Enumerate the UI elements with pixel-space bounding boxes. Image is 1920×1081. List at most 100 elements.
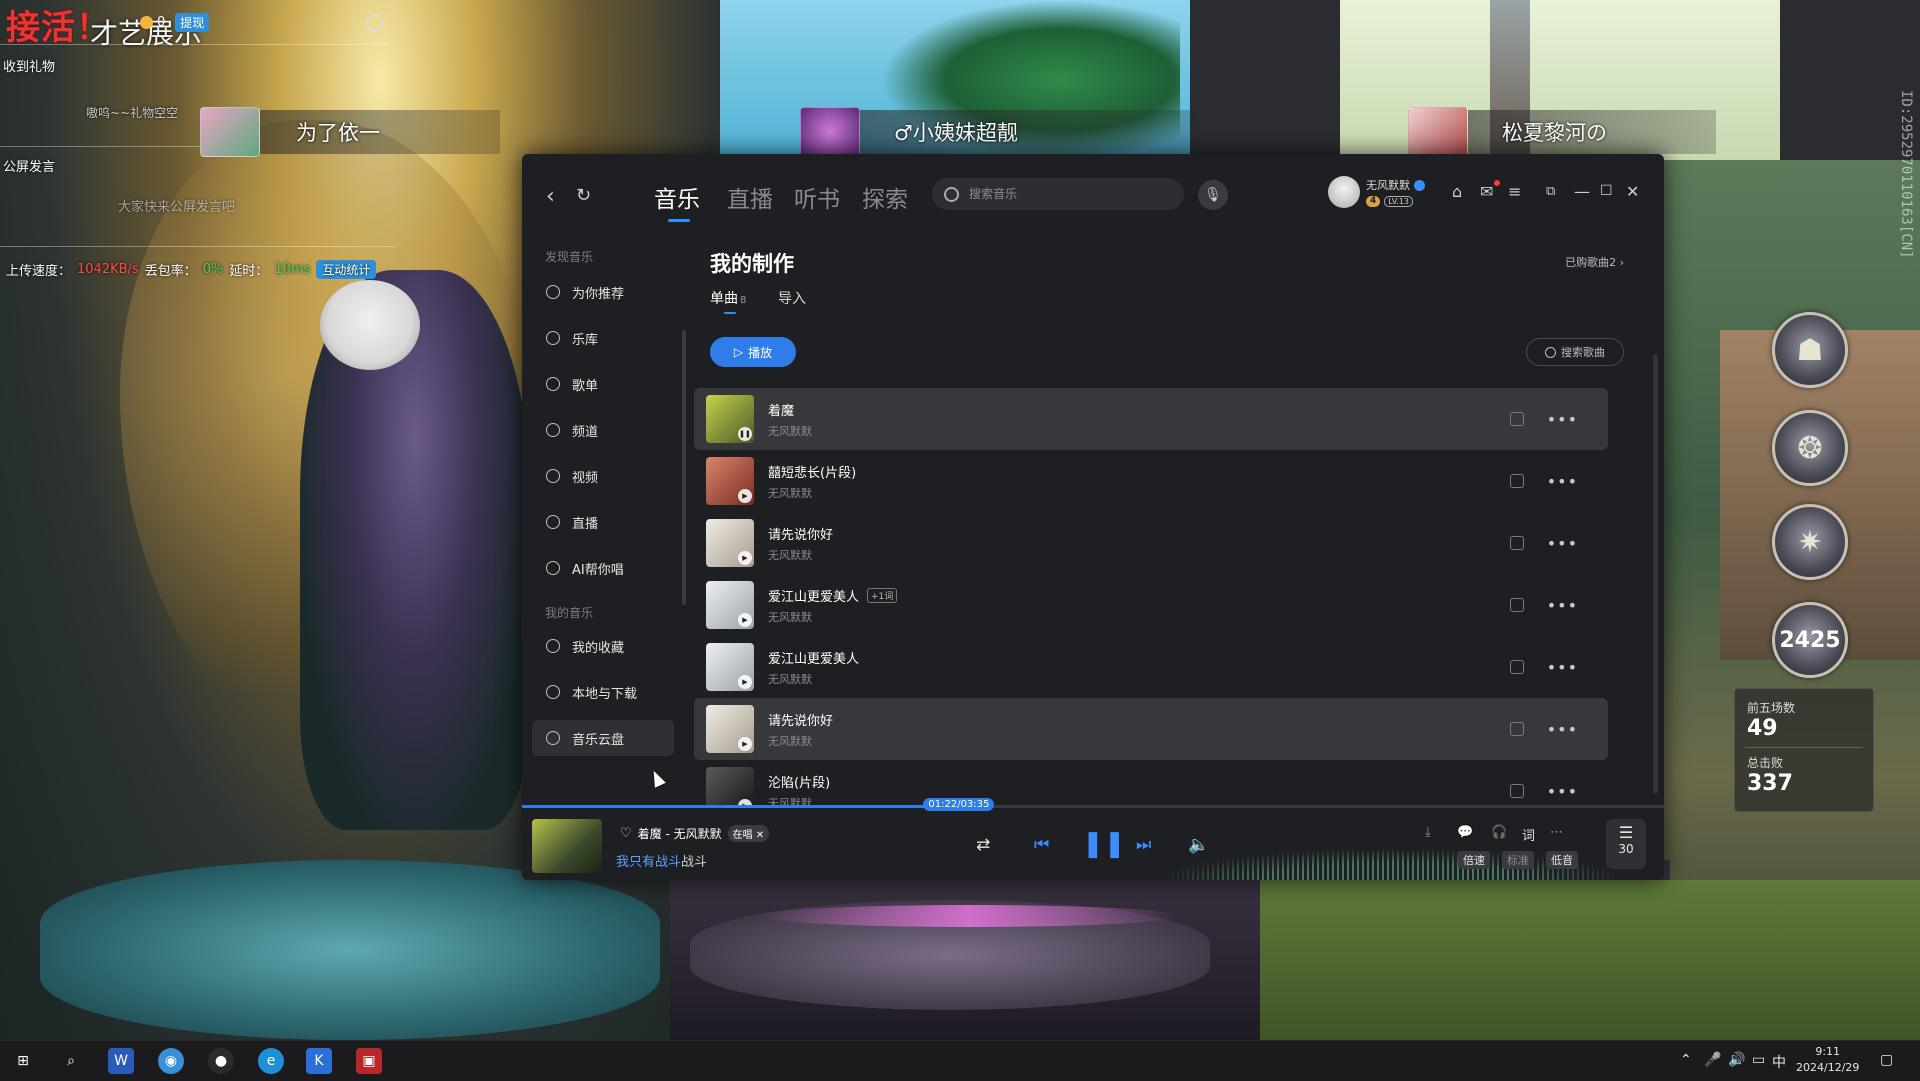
voice-search-icon[interactable]: 🎙	[1198, 180, 1228, 210]
song-artist[interactable]: 无风默默	[768, 609, 1608, 625]
sidebar-item-recommend[interactable]: 为你推荐	[532, 274, 674, 310]
windows-start-icon[interactable]: ⊞	[10, 1048, 36, 1074]
play-icon[interactable]: ▶	[738, 613, 752, 627]
avatar[interactable]	[1328, 176, 1360, 208]
play-icon[interactable]: ▶	[738, 489, 752, 503]
song-row[interactable]: ▶ 请先说你好 无风默默 •••	[694, 512, 1608, 574]
skin-icon[interactable]: ⌂	[1452, 182, 1462, 201]
sidebar-item-library[interactable]: 乐库	[532, 320, 674, 356]
sidebar-item-favorites[interactable]: 我的收藏	[532, 628, 674, 664]
sidebar-item-cloud[interactable]: 音乐云盘	[532, 720, 674, 756]
progress-bar[interactable]	[522, 805, 1664, 808]
lyric-version-tag[interactable]: +1词	[867, 587, 898, 603]
song-row[interactable]: ▶ 囍短悲长(片段) 无风默默 •••	[694, 450, 1608, 512]
quality-bass-button[interactable]: 低音	[1546, 851, 1578, 869]
speed-button[interactable]: 倍速	[1458, 851, 1490, 869]
previous-icon[interactable]: ⏮	[1034, 835, 1049, 855]
user-profile[interactable]: 无风默默 4 LV.13	[1328, 176, 1425, 208]
purchased-songs-link[interactable]: 已购歌曲2 ›	[1565, 254, 1624, 270]
sidebar-item-channel[interactable]: 频道	[532, 412, 674, 448]
download-icon[interactable]	[1510, 660, 1524, 674]
more-icon[interactable]: •••	[1547, 472, 1578, 491]
search-icon[interactable]: ⌕	[58, 1048, 84, 1074]
tab-live[interactable]: 直播	[727, 180, 773, 214]
interact-stats-button[interactable]: 互动统计	[316, 260, 377, 279]
app-icon-edge[interactable]: e	[258, 1048, 284, 1074]
download-icon[interactable]: ⤓	[1425, 825, 1431, 840]
tab-audiobook[interactable]: 听书	[794, 180, 840, 214]
sidebar-item-playlist[interactable]: 歌单	[532, 366, 674, 402]
back-icon[interactable]: ‹	[546, 184, 555, 209]
mail-icon[interactable]: ✉	[1480, 182, 1493, 201]
play-queue-button[interactable]: ☰ 30	[1606, 819, 1646, 869]
song-row[interactable]: ▶ 爱江山更爱美人 无风默默 •••	[694, 636, 1608, 698]
volume-icon[interactable]: 🔈	[1188, 835, 1209, 855]
mini-mode-icon[interactable]: ⧉	[1546, 184, 1555, 199]
song-row[interactable]: ❚❚ 着魔 无风默默 •••	[694, 388, 1608, 450]
sidebar-item-local-download[interactable]: 本地与下载	[532, 674, 674, 710]
download-icon[interactable]	[1510, 474, 1524, 488]
tray-expand-icon[interactable]: ⌃	[1680, 1052, 1692, 1068]
tab-explore[interactable]: 探索	[862, 180, 908, 214]
play-icon[interactable]: ▶	[738, 551, 752, 565]
speaker-icon[interactable]: 🔊	[1728, 1052, 1745, 1068]
more-icon[interactable]: •••	[1547, 596, 1578, 615]
overlay-settings-icon[interactable]	[366, 14, 384, 32]
download-icon[interactable]	[1510, 536, 1524, 550]
shuffle-icon[interactable]: ⇄	[976, 835, 990, 855]
play-all-button[interactable]: ▷ 播放	[710, 337, 796, 367]
app-icon-obs[interactable]: ●	[208, 1048, 234, 1074]
sidebar-item-video[interactable]: 视频	[532, 458, 674, 494]
next-icon[interactable]: ⏭	[1136, 835, 1151, 855]
tab-music[interactable]: 音乐	[654, 180, 700, 222]
more-icon[interactable]: •••	[1547, 534, 1578, 553]
app-icon-kugou[interactable]: K	[306, 1048, 332, 1074]
app-icon-game[interactable]: ▣	[356, 1048, 382, 1074]
minimize-icon[interactable]: —	[1574, 182, 1590, 201]
pause-button[interactable]: ❚❚	[1082, 829, 1126, 859]
now-playing-text[interactable]: 着魔 - 无风默默	[638, 825, 722, 842]
song-artist[interactable]: 无风默默	[768, 423, 1608, 439]
play-icon[interactable]: ▶	[738, 675, 752, 689]
download-icon[interactable]	[1510, 784, 1524, 798]
app-icon-word[interactable]: W	[108, 1048, 134, 1074]
system-clock[interactable]: 9:11 2024/12/29	[1796, 1044, 1859, 1076]
song-artist[interactable]: 无风默默	[768, 671, 1608, 687]
song-search-button[interactable]: 搜索歌曲	[1526, 338, 1624, 366]
more-icon[interactable]: •••	[1547, 410, 1578, 429]
withdraw-button[interactable]: 提现	[175, 13, 210, 32]
close-icon[interactable]: ✕	[1626, 182, 1639, 201]
notification-icon[interactable]: ▢	[1880, 1052, 1893, 1068]
sidebar-item-ai-sing[interactable]: AI帮你唱	[532, 550, 674, 586]
song-row[interactable]: ▶ 爱江山更爱美人 +1词 无风默默 •••	[694, 574, 1608, 636]
like-icon[interactable]: ♡	[620, 826, 632, 841]
sidebar-item-live[interactable]: 直播	[532, 504, 674, 540]
comment-icon[interactable]: 💬	[1457, 825, 1473, 840]
song-artist[interactable]: 无风默默	[768, 733, 1608, 749]
app-icon-browser[interactable]: ◉	[158, 1048, 184, 1074]
download-icon[interactable]	[1510, 412, 1524, 426]
download-icon[interactable]	[1510, 598, 1524, 612]
network-icon[interactable]: ▭	[1752, 1052, 1765, 1068]
more-icon[interactable]: •••	[1547, 720, 1578, 739]
download-icon[interactable]	[1510, 722, 1524, 736]
subtab-import[interactable]: 导入	[778, 288, 806, 308]
ime-indicator[interactable]: 中	[1772, 1052, 1786, 1072]
song-artist[interactable]: 无风默默	[768, 485, 1608, 501]
pause-icon[interactable]: ❚❚	[738, 427, 752, 441]
menu-icon[interactable]: ≡	[1508, 182, 1521, 201]
more-options-icon[interactable]: ⋯	[1550, 825, 1563, 840]
maximize-icon[interactable]: ☐	[1600, 183, 1613, 199]
content-scrollbar[interactable]	[1653, 354, 1658, 794]
headphone-icon[interactable]: 🎧	[1491, 825, 1507, 840]
quality-standard-button[interactable]: 标准	[1502, 851, 1534, 869]
now-playing-cover[interactable]	[532, 819, 602, 873]
song-row[interactable]: ▶ 请先说你好 无风默默 •••	[694, 698, 1608, 760]
subtab-singles[interactable]: 单曲 8	[710, 288, 746, 314]
more-icon[interactable]: •••	[1547, 658, 1578, 677]
search-input[interactable]	[967, 186, 1151, 202]
refresh-icon[interactable]: ↻	[576, 185, 591, 206]
more-icon[interactable]: •••	[1547, 782, 1578, 801]
search-bar[interactable]	[932, 178, 1184, 210]
song-artist[interactable]: 无风默默	[768, 547, 1608, 563]
